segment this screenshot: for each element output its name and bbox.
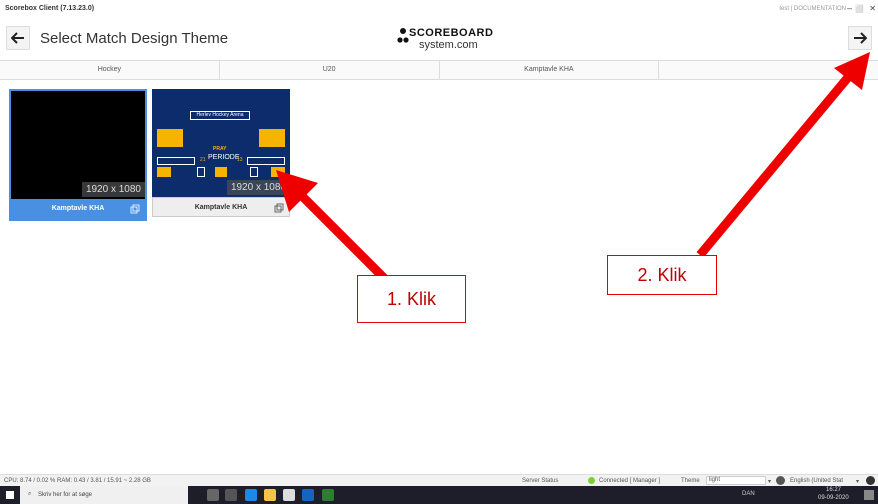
store-icon[interactable] xyxy=(283,489,295,501)
notification-icon[interactable] xyxy=(864,490,874,500)
windows-start-icon[interactable] xyxy=(6,491,14,499)
status-bar: CPU: 8.74 / 0.02 % RAM: 0.43 / 3.81 / 15… xyxy=(0,474,878,486)
system-metrics: CPU: 8.74 / 0.02 % RAM: 0.43 / 3.81 / 15… xyxy=(4,478,151,484)
clock-time: 16:27 xyxy=(826,487,842,493)
chevron-down-icon[interactable]: ▾ xyxy=(856,478,859,485)
arrow-line-1 xyxy=(298,192,396,290)
connection-status: Connected [ Manager ] xyxy=(599,478,661,484)
scorebox-icon[interactable] xyxy=(322,489,334,501)
theme-label: Theme xyxy=(681,478,700,484)
connection-dot-icon xyxy=(588,477,595,484)
annotation-arrows xyxy=(276,52,870,290)
arrow-line-2 xyxy=(696,72,854,258)
callout-second-click: 2. Klik xyxy=(607,255,717,295)
os-taskbar: ⌕ Skriv her for at søge DAN 16:27 09-09-… xyxy=(0,486,878,504)
theme-select[interactable]: light xyxy=(706,476,766,485)
taskbar-search[interactable]: ⌕ Skriv her for at søge xyxy=(20,486,188,504)
chevron-down-icon[interactable]: ▾ xyxy=(768,478,771,485)
task-view-icon[interactable] xyxy=(225,489,237,501)
help-icon[interactable] xyxy=(866,476,875,485)
language-select[interactable]: English (United Stat xyxy=(790,478,843,484)
cortana-icon[interactable] xyxy=(207,489,219,501)
app-window: Scorebox Client (7.13.23.0) test | DOCUM… xyxy=(0,0,878,504)
server-status-label: Server Status xyxy=(522,478,559,484)
clock-date: 09-09-2020 xyxy=(818,495,849,501)
taskbar-search-placeholder: Skriv her for at søge xyxy=(38,492,93,498)
globe-icon xyxy=(776,476,785,485)
edge-icon[interactable] xyxy=(245,489,257,501)
mail-icon[interactable] xyxy=(302,489,314,501)
callout-first-click: 1. Klik xyxy=(357,275,466,323)
explorer-icon[interactable] xyxy=(264,489,276,501)
tray-language[interactable]: DAN xyxy=(742,491,755,497)
search-icon: ⌕ xyxy=(28,491,32,497)
